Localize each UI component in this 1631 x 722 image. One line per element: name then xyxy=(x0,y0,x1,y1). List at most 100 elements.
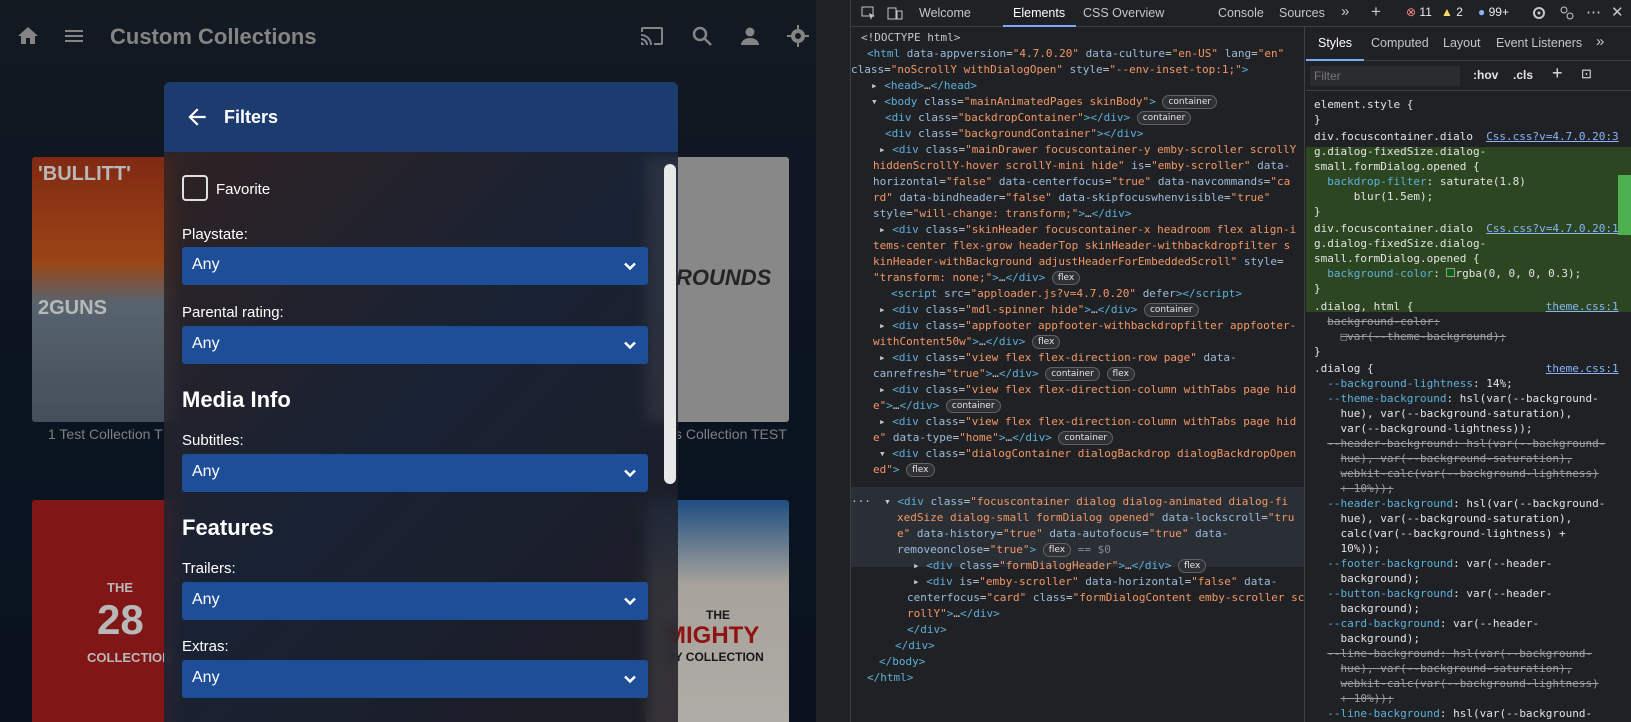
style-rule[interactable]: --card-background: var(--header- xyxy=(1314,616,1539,631)
style-rule[interactable]: --background-lightness: 14%; xyxy=(1314,376,1512,391)
info-count[interactable]: ● 99+ xyxy=(1478,5,1509,19)
tab-styles[interactable]: Styles xyxy=(1318,36,1352,50)
tree-line[interactable]: ▸ <div class="formDialogHeader">…</div> … xyxy=(913,558,1207,574)
tree-line-selected[interactable]: xedSize dialog-small formDialog opened" … xyxy=(897,510,1294,526)
tree-line[interactable]: </div> xyxy=(895,638,935,654)
tree-line[interactable]: ▸ <div class="view flex flex-direction-r… xyxy=(879,350,1237,366)
more-options-icon[interactable]: ⋯ xyxy=(1586,3,1601,21)
tree-line[interactable]: "transform: none;">…</div> flex xyxy=(873,270,1081,286)
tree-line[interactable]: ▸ <head>…</head> xyxy=(871,78,977,94)
style-rule[interactable]: --line-background: hsl(var(--background- xyxy=(1314,646,1592,661)
hov-toggle[interactable]: :hov xyxy=(1473,68,1498,82)
tree-line[interactable]: class="noScrollY withDialogOpen" style="… xyxy=(851,62,1248,78)
tree-line[interactable]: e" data-type="home">…</div> container xyxy=(873,430,1114,446)
select-value: Any xyxy=(192,669,220,686)
tab-event-listeners[interactable]: Event Listeners xyxy=(1496,36,1582,50)
new-rule-icon[interactable]: + xyxy=(1552,63,1563,84)
filter-input[interactable] xyxy=(1310,66,1460,86)
add-tab-icon[interactable]: + xyxy=(1371,2,1381,22)
warning-count[interactable]: ▲ 2 xyxy=(1441,5,1463,19)
more-tabs-icon[interactable]: » xyxy=(1596,33,1604,50)
dialog-title: Filters xyxy=(224,107,279,127)
close-icon[interactable]: ✕ xyxy=(1611,3,1624,21)
tree-line-selected[interactable]: e" data-history="true" data-autofocus="t… xyxy=(897,526,1228,542)
style-rule[interactable]: --header-background: hsl(var(--backgroun… xyxy=(1314,436,1605,451)
cls-toggle[interactable]: .cls xyxy=(1513,68,1533,82)
style-rule[interactable]: --header-background: hsl(var(--backgroun… xyxy=(1314,496,1605,511)
style-rule[interactable]: --theme-background: hsl(var(--background… xyxy=(1314,391,1599,406)
style-rule[interactable]: element.style { xyxy=(1314,97,1413,112)
trailers-label: Trailers: xyxy=(182,560,236,577)
style-rule[interactable]: background-color: xyxy=(1314,314,1440,329)
tree-line[interactable]: ▸ <div class="appfooter appfooter-withba… xyxy=(879,318,1296,334)
sidebar-toggle-icon[interactable]: ⊡ xyxy=(1581,66,1592,82)
parental-rating-select[interactable]: Any xyxy=(182,326,648,364)
back-arrow-icon[interactable] xyxy=(184,104,210,130)
style-rule[interactable]: div.focuscontainer.dialo Css.css?v=4.7.0… xyxy=(1314,129,1619,144)
tree-line[interactable]: canrefresh="true">…</div> container flex xyxy=(873,366,1135,382)
gear-icon[interactable] xyxy=(1531,5,1547,21)
style-rule[interactable]: .dialog, html { theme.css:1 xyxy=(1314,299,1619,314)
tree-line[interactable]: <div class="backgroundContainer"></div> xyxy=(885,126,1143,142)
tree-line[interactable]: </body> xyxy=(879,654,925,670)
tree-line[interactable]: centerfocus="card" class="formDialogCont… xyxy=(907,590,1304,606)
tab-computed[interactable]: Computed xyxy=(1371,36,1429,50)
info-icon: ● xyxy=(1478,5,1486,19)
filters-dialog: Filters Favorite Playstate: Any Parental… xyxy=(164,82,678,722)
style-rule[interactable]: .dialog { theme.css:1 xyxy=(1314,361,1619,376)
device-toolbar-icon[interactable] xyxy=(887,5,903,21)
section-heading: Features xyxy=(182,515,274,540)
tree-line[interactable]: ▾ <div class="dialogContainer dialogBack… xyxy=(879,446,1296,462)
favorite-checkbox[interactable] xyxy=(182,175,208,201)
tree-line[interactable]: ▸ <div class="mdl-spinner hide">…</div> … xyxy=(879,302,1199,318)
more-tabs-icon[interactable]: » xyxy=(1341,3,1349,20)
style-rule[interactable]: div.focuscontainer.dialo Css.css?v=4.7.0… xyxy=(1314,221,1619,236)
tab-css-overview[interactable]: CSS Overview xyxy=(1083,6,1164,20)
tree-line[interactable]: ▸ <div class="view flex flex-direction-c… xyxy=(879,382,1296,398)
tree-line[interactable]: tems-center flex-grow headerTop skinHead… xyxy=(873,238,1290,254)
tab-layout[interactable]: Layout xyxy=(1443,36,1481,50)
error-count[interactable]: ⊗ 11 xyxy=(1406,5,1432,19)
color-swatch[interactable] xyxy=(1446,268,1456,277)
extras-select[interactable]: Any xyxy=(182,660,648,698)
subtitles-select[interactable]: Any xyxy=(182,454,648,492)
tree-line[interactable]: rd" data-bindheader="false" data-skipfoc… xyxy=(873,190,1270,206)
tree-line-selected[interactable]: ··· ▾ <div class="focuscontainer dialog … xyxy=(851,494,1288,510)
tree-line[interactable]: ▸ <div is="emby-scroller" data-horizonta… xyxy=(913,574,1277,590)
playstate-select[interactable]: Any xyxy=(182,247,648,285)
tree-line[interactable]: kinHeader-withBackground adjustHeaderFor… xyxy=(873,254,1284,270)
tree-line[interactable]: ▸ <div class="mainDrawer focuscontainer-… xyxy=(879,142,1296,158)
style-rule[interactable]: --footer-background: var(--header- xyxy=(1314,556,1552,571)
dialog-scrollbar[interactable] xyxy=(664,164,676,484)
tree-line[interactable]: hiddenScrollY-hover scrollY-mini hide" i… xyxy=(873,158,1290,174)
inspect-icon[interactable] xyxy=(861,5,877,21)
tab-sources[interactable]: Sources xyxy=(1279,6,1325,20)
tree-line[interactable]: e">…</div> container xyxy=(873,398,1001,414)
tree-line[interactable]: <script src="apploader.js?v=4.7.0.20" de… xyxy=(891,286,1242,302)
tree-line[interactable]: style="will-change: transform;">…</div> xyxy=(873,206,1131,222)
trailers-select[interactable]: Any xyxy=(182,582,648,620)
tree-line[interactable]: ▸ <div class="skinHeader focuscontainer-… xyxy=(879,222,1296,238)
select-value: Any xyxy=(192,335,220,352)
tree-line-selected[interactable]: removeonclose="true"> flex == $0 xyxy=(897,542,1111,558)
tree-line[interactable]: ▸ <div class="view flex flex-direction-c… xyxy=(879,414,1296,430)
tree-line[interactable]: rollY">…</div> xyxy=(907,606,1000,622)
error-count-value: 11 xyxy=(1419,5,1432,19)
customize-icon[interactable] xyxy=(1559,5,1575,21)
style-rule[interactable]: --line-background: hsl(var(--background- xyxy=(1314,706,1592,721)
tree-line[interactable]: horizontal="false" data-centerfocus="tru… xyxy=(873,174,1290,190)
tree-line[interactable]: <div class="backdropContainer"></div> co… xyxy=(885,110,1192,126)
style-rule[interactable]: background-color: rgba(0, 0, 0, 0.3); xyxy=(1314,266,1581,281)
tab-welcome[interactable]: Welcome xyxy=(919,6,971,20)
tab-elements[interactable]: Elements xyxy=(1013,6,1065,20)
tree-line[interactable]: <!DOCTYPE html> xyxy=(861,30,960,46)
tree-line[interactable]: <html data-appversion="4.7.0.20" data-cu… xyxy=(867,46,1284,62)
tree-line[interactable]: ▾ <body class="mainAnimatedPages skinBod… xyxy=(871,94,1218,110)
tree-line[interactable]: ed"> flex xyxy=(873,462,935,478)
tree-line[interactable]: withContent50w">…</div> flex xyxy=(873,334,1061,350)
tree-line[interactable]: </html> xyxy=(867,670,913,686)
tab-console[interactable]: Console xyxy=(1218,6,1264,20)
style-rule[interactable]: --button-background: var(--header- xyxy=(1314,586,1552,601)
style-rule[interactable]: backdrop-filter: saturate(1.8) xyxy=(1314,174,1526,189)
tree-line[interactable]: </div> xyxy=(907,622,947,638)
